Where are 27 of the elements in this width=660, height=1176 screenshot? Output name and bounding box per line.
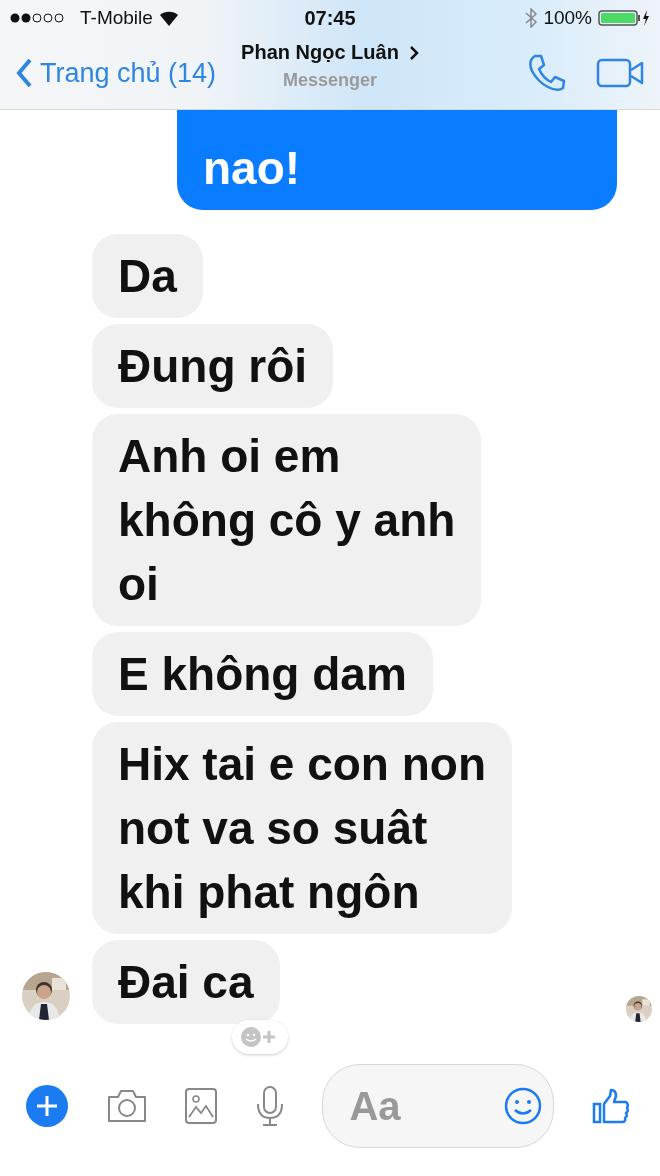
back-chevron-icon: [16, 58, 32, 88]
camera-icon[interactable]: [105, 1088, 148, 1124]
conversation-title[interactable]: Phan Ngọc Luân Messenger: [241, 41, 419, 91]
app-subtitle: Messenger: [283, 70, 378, 91]
received-message: E không dam: [92, 632, 433, 716]
message-field[interactable]: Aa: [322, 1064, 555, 1148]
received-message: Anh oi em không cô y anh oi: [92, 414, 482, 626]
phone-call-icon[interactable]: [526, 53, 566, 93]
clock-time: 07:45: [304, 6, 356, 30]
battery-icon: [598, 9, 650, 27]
thumbs-up-icon[interactable]: [591, 1088, 630, 1124]
gallery-icon[interactable]: [185, 1088, 218, 1124]
emoji-icon[interactable]: [504, 1087, 543, 1125]
microphone-icon[interactable]: [254, 1086, 285, 1126]
received-message: Đung rôi: [92, 324, 334, 408]
add-button[interactable]: [26, 1085, 68, 1127]
received-message: Da: [92, 234, 203, 318]
contact-name: Phan Ngọc Luân: [241, 41, 399, 64]
carrier-name: T-Mobile: [80, 7, 153, 29]
chevron-icon: [408, 44, 419, 61]
sent-message: nao!: [177, 110, 617, 210]
received-message: Đai ca: [92, 940, 280, 1024]
video-call-icon[interactable]: [596, 58, 644, 88]
received-message: Hix tai e con non not va so suât khi phat ngôn: [92, 722, 513, 934]
wifi-icon: [158, 10, 179, 26]
bluetooth-icon: [525, 8, 538, 28]
battery-percentage: 100%: [543, 7, 592, 29]
